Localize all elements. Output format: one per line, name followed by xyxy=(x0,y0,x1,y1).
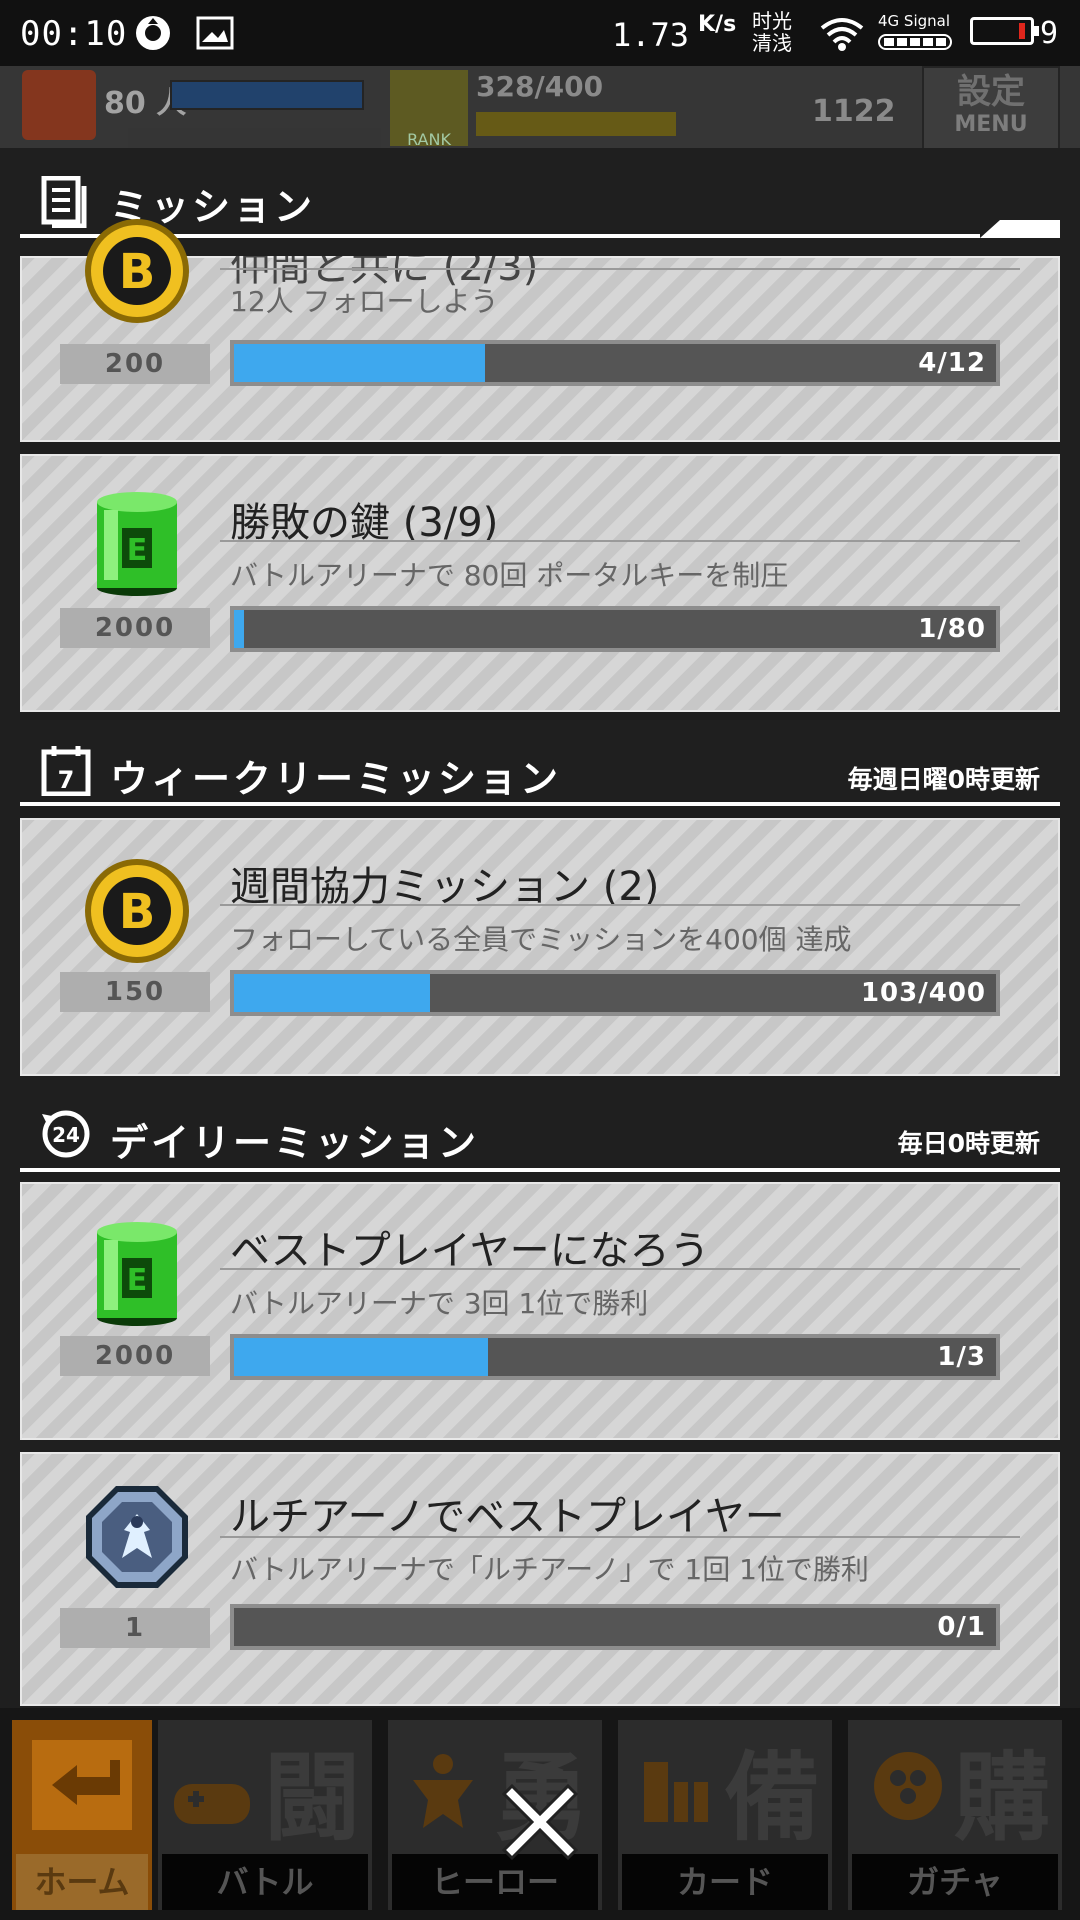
svg-text:B: B xyxy=(119,884,156,940)
gacha-icon xyxy=(874,1752,942,1820)
progress-count: 0/1 xyxy=(937,1612,986,1642)
mission-desc: バトルアリーナで 3回 1位で勝利 xyxy=(230,1287,649,1320)
svg-text:24: 24 xyxy=(52,1123,80,1147)
header-rule-accent xyxy=(980,220,1060,238)
carrier-label: 时光 清浅 xyxy=(752,9,792,55)
net-speed: 1.73 xyxy=(612,16,690,54)
progress-count: 1/80 xyxy=(918,614,986,644)
svg-text:7: 7 xyxy=(58,766,75,794)
mission-progress-bar: 1/3 xyxy=(230,1334,1000,1380)
signal-label: 4G Signal xyxy=(878,12,951,30)
net-speed-unit: K/s xyxy=(698,12,737,37)
nav-kanji: 備 xyxy=(724,1742,820,1854)
progress-fill xyxy=(234,1338,488,1376)
mission-reward: 2000 xyxy=(60,608,210,648)
nav-kanji: 購 xyxy=(954,1742,1050,1854)
nav-kanji: 闘 xyxy=(264,1742,360,1854)
status-bar: 00:10 1.73 K/s 时光 清浅 4G Signal 9 xyxy=(0,0,1080,66)
image-notification-icon xyxy=(196,16,234,50)
daily-section-title: デイリーミッション xyxy=(110,1121,480,1165)
calendar-icon: 7 xyxy=(41,746,91,796)
weekly-reset-note: 毎週日曜0時更新 xyxy=(847,765,1040,794)
progress-count: 4/12 xyxy=(918,348,986,378)
menu-button[interactable]: 設定 MENU xyxy=(922,66,1060,150)
close-icon[interactable] xyxy=(500,1782,580,1862)
svg-text:E: E xyxy=(127,533,148,568)
mission-desc: 12人 フォローしよう xyxy=(230,285,499,318)
mission-progress-bar: 4/12 xyxy=(230,340,1000,386)
gold-coin-icon: B xyxy=(85,859,189,963)
rank-exp: 328/400 xyxy=(476,70,604,103)
hero-medal-icon xyxy=(86,1486,188,1588)
mission-reward: 150 xyxy=(60,972,210,1012)
mission-panel: ミッション B 200 仲間と共に (2/3) 12人 フォローしよう 4/12… xyxy=(0,148,1080,1708)
mission-progress-bar: 1/80 xyxy=(230,606,1000,652)
nav-gacha[interactable]: 購 ガチャ xyxy=(848,1720,1062,1910)
game-header: 80 人 RANK 328/400 1122 設定 MENU xyxy=(0,66,1080,150)
gold-coin-icon: B xyxy=(85,219,189,323)
home-return-icon xyxy=(32,1740,132,1830)
clock-24-icon: 24 xyxy=(42,1110,90,1158)
mission-reward: 200 xyxy=(60,344,210,384)
daily-reset-note: 毎日0時更新 xyxy=(897,1129,1040,1158)
status-time: 00:10 xyxy=(20,14,128,54)
nav-label: ホーム xyxy=(16,1854,148,1910)
rank-badge: RANK xyxy=(390,70,468,149)
wifi-icon xyxy=(820,18,864,51)
progress-fill xyxy=(234,344,486,382)
coin-count: 1122 xyxy=(812,94,896,129)
mission-reward: 1 xyxy=(60,1608,210,1648)
nav-label: ガチャ xyxy=(852,1854,1058,1910)
nav-label: ヒーロー xyxy=(392,1854,598,1910)
nav-label: バトル xyxy=(162,1854,368,1910)
battery-icon xyxy=(970,17,1039,45)
gamepad-icon xyxy=(174,1784,250,1824)
nav-battle[interactable]: 闘 バトル xyxy=(158,1720,372,1910)
green-barrel-icon: E xyxy=(97,1222,177,1326)
mission-title: ルチアーノでベストプレイヤー xyxy=(230,1494,785,1540)
mission-card[interactable]: E 2000 勝敗の鍵 (3/9) バトルアリーナで 80回 ポータルキーを制圧… xyxy=(20,454,1060,712)
mission-desc: バトルアリーナで 80回 ポータルキーを制圧 xyxy=(230,559,789,592)
nav-home[interactable]: ホーム xyxy=(12,1720,152,1910)
player-avatar xyxy=(22,70,96,140)
mission-reward: 2000 xyxy=(60,1336,210,1376)
mission-card[interactable]: 1 ルチアーノでベストプレイヤー バトルアリーナで「ルチアーノ」で 1回 1位で… xyxy=(20,1452,1060,1706)
mission-card[interactable]: E 2000 ベストプレイヤーになろう バトルアリーナで 3回 1位で勝利 1/… xyxy=(20,1182,1060,1440)
green-barrel-icon: E xyxy=(97,492,177,596)
weekly-section-header: 7 ウィークリーミッション 毎週日曜0時更新 xyxy=(0,740,1080,810)
nav-label: カード xyxy=(622,1854,828,1910)
progress-fill xyxy=(234,610,244,648)
player-stamina-bar xyxy=(170,80,364,110)
mission-progress-bar: 0/1 xyxy=(230,1604,1000,1650)
rank-exp-bar xyxy=(476,112,676,136)
progress-fill xyxy=(234,974,431,1012)
cards-icon xyxy=(644,1762,708,1822)
nav-card[interactable]: 備 カード xyxy=(618,1720,832,1910)
battery-level: 9 xyxy=(1040,16,1059,51)
svg-text:B: B xyxy=(119,244,156,300)
mission-progress-bar: 103/400 xyxy=(230,970,1000,1016)
mission-desc: バトルアリーナで「ルチアーノ」で 1回 1位で勝利 xyxy=(230,1553,869,1586)
progress-count: 1/3 xyxy=(937,1342,986,1372)
weekly-section-title: ウィークリーミッション xyxy=(110,757,562,801)
mission-desc: フォローしている全員でミッションを400個 達成 xyxy=(230,923,852,956)
mission-card[interactable]: B 200 仲間と共に (2/3) 12人 フォローしよう 4/12 xyxy=(20,219,1060,442)
signal-bars-icon xyxy=(878,34,952,50)
sync-app-icon xyxy=(136,16,170,50)
hero-icon xyxy=(413,1754,473,1828)
progress-count: 103/400 xyxy=(860,978,986,1008)
svg-text:E: E xyxy=(127,1263,148,1298)
daily-section-header: 24 デイリーミッション 毎日0時更新 xyxy=(0,1104,1080,1174)
mission-card[interactable]: B 150 週間協力ミッション (2) フォローしている全員でミッションを400… xyxy=(20,818,1060,1076)
